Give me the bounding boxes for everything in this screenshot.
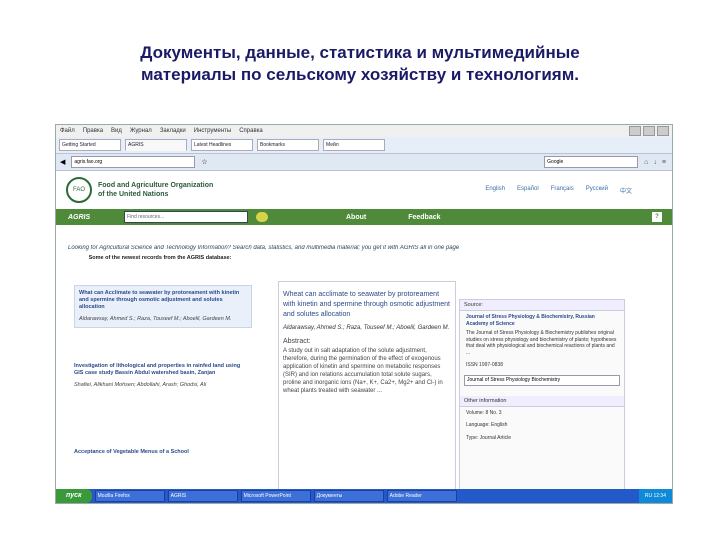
abstract-label: Abstract: — [283, 338, 311, 345]
record-card[interactable]: Investigation of lithological and proper… — [74, 363, 242, 389]
lang-spanish[interactable]: Español — [517, 186, 539, 195]
journal-select[interactable]: Journal of Stress Physiology Biochemistr… — [464, 374, 620, 386]
language-links: English Español Français Русский 中文 — [485, 186, 672, 195]
source-title[interactable]: Journal of Stress Physiology & Biochemis… — [460, 311, 624, 327]
taskbar-item[interactable]: AGRIS — [167, 490, 238, 502]
menu-file[interactable]: Файл — [60, 128, 75, 134]
lang-chinese[interactable]: 中文 — [620, 186, 632, 195]
other-info-line: Language: English — [466, 422, 508, 428]
menu-icon[interactable]: ≡ — [662, 159, 666, 166]
nav-feedback[interactable]: Feedback — [408, 214, 440, 221]
taskbar-item[interactable]: Microsoft PowerPoint — [240, 490, 311, 502]
taskbar-item[interactable]: Adobe Reader — [386, 490, 457, 502]
taskbar-item[interactable]: Mozilla Firefox — [94, 490, 165, 502]
fao-name-line-2: of the United Nations — [98, 191, 169, 198]
maximize-button[interactable] — [643, 126, 655, 136]
fao-header: FAO Food and Agriculture Organization of… — [56, 171, 672, 209]
lang-english[interactable]: English — [485, 186, 505, 195]
web-page: FAO Food and Agriculture Organization of… — [56, 171, 672, 503]
window-controls — [629, 126, 672, 136]
help-icon[interactable]: ? — [652, 212, 662, 222]
toolbar-icons: ⌂ ↓ ≡ — [644, 159, 672, 166]
agris-search-button[interactable] — [256, 212, 268, 222]
slide-title: Документы, данные, статистика и мультиме… — [0, 42, 720, 86]
record-sidebar: Source: Journal of Stress Physiology & B… — [459, 299, 625, 503]
tab-bookmarks[interactable]: Bookmarks — [257, 139, 319, 151]
detail-title[interactable]: Wheat can acclimate to seawater by proto… — [279, 282, 455, 320]
star-icon[interactable]: ☆ — [201, 158, 207, 166]
agris-nav: About Feedback — [346, 214, 441, 221]
slide-title-line-2: материалы по сельскому хозяйству и техно… — [141, 65, 579, 84]
agris-search-input[interactable]: Find resources... — [124, 211, 248, 223]
menu-bookmarks[interactable]: Закладки — [160, 128, 186, 134]
record-card[interactable]: What can Acclimate to seawater by protor… — [74, 285, 252, 328]
record-authors: Shafiei, Alikhani Mohsen; Abdollahi, Ara… — [74, 382, 207, 388]
other-info-line: Volume: 8 No. 3 — [466, 409, 502, 416]
download-icon[interactable]: ↓ — [653, 159, 657, 166]
agris-logo[interactable]: AGRIS — [68, 214, 116, 221]
menu-tools[interactable]: Инструменты — [194, 128, 231, 134]
recent-records: Some of the newest records from the AGRI… — [74, 255, 252, 455]
source-note: The Journal of Stress Physiology & Bioch… — [466, 330, 617, 356]
navigation-bar: ◀ agris.fao.org ☆ Google ⌂ ↓ ≡ — [56, 154, 672, 171]
menu-history[interactable]: Журнал — [130, 128, 152, 134]
taskbar-item[interactable]: Документы — [313, 490, 384, 502]
record-card[interactable]: Acceptance of Vegetable Menus of a Schoo… — [74, 449, 242, 456]
search-input[interactable]: Google — [544, 156, 639, 168]
system-tray: RU 12:34 — [638, 489, 672, 503]
address-bar[interactable]: agris.fao.org — [71, 156, 196, 168]
close-button[interactable] — [657, 126, 669, 136]
home-icon[interactable]: ⌂ — [644, 159, 648, 166]
back-icon[interactable]: ◀ — [60, 158, 65, 166]
recent-records-intro: Some of the newest records from the AGRI… — [88, 255, 232, 261]
nav-about[interactable]: About — [346, 214, 366, 221]
menu-view[interactable]: Вид — [111, 128, 122, 134]
source-header[interactable]: Source: — [460, 300, 624, 311]
menu-edit[interactable]: Правка — [83, 128, 103, 134]
fao-name: Food and Agriculture Organization of the… — [98, 181, 213, 199]
tab-getting-started[interactable]: Getting Started — [59, 139, 121, 151]
other-info-header[interactable]: Other information — [460, 395, 624, 407]
detail-authors: Aldarawsay, Ahmed S.; Raza, Touseef M.; … — [283, 325, 450, 331]
browser-screenshot: Файл Правка Вид Журнал Закладки Инструме… — [55, 124, 673, 504]
tagline: Looking for Agricultural Science and Tec… — [68, 245, 460, 251]
record-title[interactable]: Investigation of lithological and proper… — [74, 363, 242, 377]
tab-agris[interactable]: AGRIS — [125, 139, 187, 151]
lang-russian[interactable]: Русский — [586, 186, 608, 195]
record-detail: Wheat can acclimate to seawater by proto… — [278, 281, 456, 493]
fao-logo[interactable]: FAO — [66, 177, 92, 203]
slide-title-line-1: Документы, данные, статистика и мультиме… — [140, 43, 580, 62]
record-title[interactable]: Acceptance of Vegetable Menus of a Schoo… — [74, 449, 242, 456]
menu-bar: Файл Правка Вид Журнал Закладки Инструме… — [56, 125, 672, 137]
lang-french[interactable]: Français — [551, 186, 574, 195]
abstract-text: A study out in salt adaptation of the so… — [283, 348, 443, 394]
record-title[interactable]: What can Acclimate to seawater by protor… — [79, 290, 247, 311]
taskbar: пуск Mozilla Firefox AGRIS Microsoft Pow… — [56, 489, 672, 503]
agris-bar: AGRIS Find resources... About Feedback ? — [56, 209, 672, 225]
menu-help[interactable]: Справка — [239, 128, 263, 134]
source-link[interactable]: ISSN 1997-0838 — [460, 359, 624, 372]
record-authors: Aldarawsay, Ahmed S.; Raza, Touseef M.; … — [79, 316, 232, 322]
fao-name-line-1: Food and Agriculture Organization — [98, 182, 214, 189]
tab-strip: Getting Started AGRIS Latest Headlines B… — [56, 137, 672, 154]
start-button[interactable]: пуск — [56, 489, 92, 503]
other-info-line: Type: Journal Article — [466, 434, 512, 441]
minimize-button[interactable] — [629, 126, 641, 136]
tab-mail[interactable]: Мейл — [323, 139, 385, 151]
tab-latest-headlines[interactable]: Latest Headlines — [191, 139, 253, 151]
